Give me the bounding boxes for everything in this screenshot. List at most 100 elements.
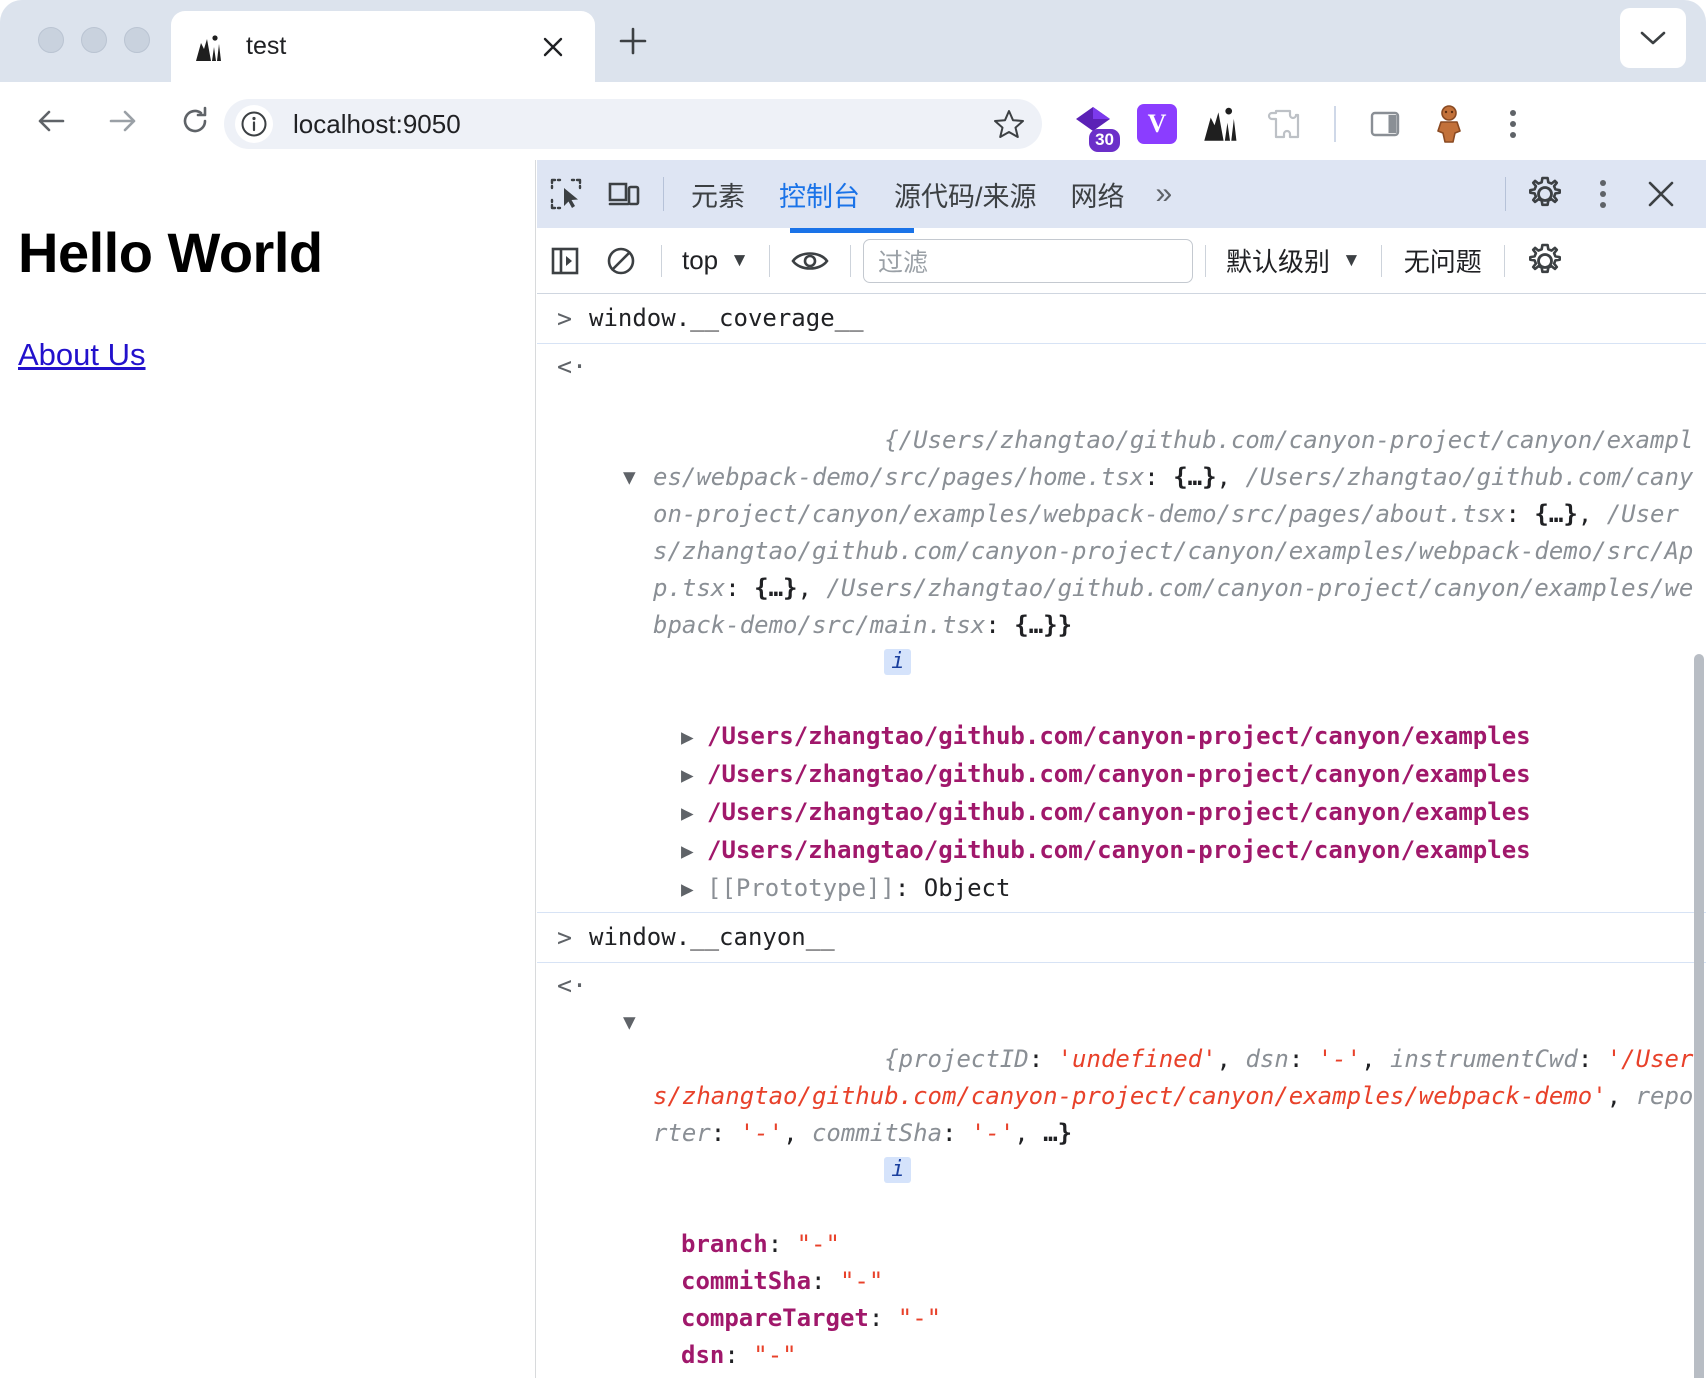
object-prototype-row[interactable]: ▶ [[Prototype]]: Object [615, 870, 1706, 908]
live-expression-eye-icon[interactable] [782, 233, 838, 289]
preview-token: {…} [754, 574, 798, 602]
property-colon: : [724, 1374, 753, 1378]
expand-triangle-icon[interactable]: ▼ [623, 459, 636, 496]
address-bar[interactable]: localhost:9050 [224, 99, 1042, 149]
log-level-selector[interactable]: 默认级别 ▼ [1218, 242, 1369, 279]
console-result-entry[interactable]: <· ▼ {/Users/zhangtao/github.com/canyon-… [537, 344, 1706, 913]
property-key: commitSha [681, 1267, 812, 1295]
console-command-entry[interactable]: > window.__canyon__ [537, 913, 1706, 963]
tab-sources[interactable]: 源代码/来源 [877, 160, 1054, 228]
extension-badge-count: 30 [1089, 129, 1120, 152]
tab-title: test [246, 32, 287, 60]
window-controls[interactable] [38, 27, 150, 53]
preview-token: dsn [1245, 1045, 1289, 1073]
purple-diamond-extension[interactable]: 30 [1068, 99, 1120, 152]
object-preview[interactable]: ▼ {/Users/zhangtao/github.com/canyon-pro… [615, 348, 1706, 718]
property-key: dsn [681, 1341, 725, 1369]
devtools-menu-icon[interactable] [1574, 165, 1632, 223]
expand-triangle-icon[interactable]: ▶ [681, 871, 707, 908]
browser-menu-icon[interactable] [1488, 99, 1538, 149]
property-colon: : [724, 1341, 754, 1369]
object-property-row[interactable]: ▶ /Users/zhangtao/github.com/canyon-proj… [615, 794, 1706, 832]
preview-token: , [783, 1119, 812, 1147]
object-property-row[interactable]: ▶ /Users/zhangtao/github.com/canyon-proj… [615, 718, 1706, 756]
object-property-row[interactable]: dsn: "-" [615, 1337, 1706, 1374]
console-command-entry[interactable]: > window.__coverage__ [537, 294, 1706, 344]
console-filter-input[interactable]: 过滤 [862, 238, 1193, 283]
preview-token: commitSha [811, 1119, 943, 1147]
page-viewport: Hello World About Us [0, 160, 536, 1378]
clear-console-icon[interactable] [593, 233, 649, 289]
property-colon: : [894, 874, 924, 902]
property-key: /Users/zhangtao/github.com/canyon-projec… [707, 722, 1531, 750]
new-tab-button[interactable] [612, 20, 654, 62]
log-level-label: 默认级别 [1225, 247, 1330, 277]
v-extension-label: V [1137, 104, 1177, 144]
maximize-window-button[interactable] [124, 27, 150, 53]
preview-token: projectID [898, 1045, 1029, 1073]
devtools-close-icon[interactable] [1632, 165, 1690, 223]
browser-tab-test[interactable]: test [171, 11, 595, 82]
forward-button[interactable] [96, 94, 150, 148]
expand-triangle-icon[interactable]: ▶ [681, 719, 707, 756]
command-prompt-icon: > [557, 304, 573, 333]
console-command-text: window.__coverage__ [589, 304, 864, 332]
execution-context-selector[interactable]: top ▼ [674, 245, 757, 276]
object-property-row[interactable]: ▶ /Users/zhangtao/github.com/canyon-proj… [615, 756, 1706, 794]
puzzle-extensions-icon[interactable] [1260, 99, 1310, 149]
object-property-row[interactable]: ▶ /Users/zhangtao/github.com/canyon-proj… [615, 832, 1706, 870]
toolbar-divider-2 [768, 244, 770, 277]
v-extension[interactable]: V [1132, 99, 1182, 149]
expand-triangle-icon[interactable]: ▼ [623, 1004, 636, 1041]
property-key: compareTarget [681, 1304, 869, 1332]
property-key: /Users/zhangtao/github.com/canyon-projec… [707, 836, 1531, 864]
info-badge[interactable]: i [884, 649, 912, 675]
preview-token: {…}} [1014, 611, 1073, 639]
tab-close-icon[interactable] [538, 32, 568, 62]
object-property-row[interactable]: commitSha: "-" [615, 1263, 1706, 1300]
object-preview[interactable]: ▼ {projectID: 'undefined', dsn: '-', ins… [615, 967, 1706, 1226]
expand-triangle-icon[interactable]: ▶ [681, 795, 707, 832]
object-property-row[interactable]: compareTarget: "-" [615, 1300, 1706, 1337]
back-button[interactable] [24, 94, 78, 148]
object-property-row[interactable]: branch: "-" [615, 1226, 1706, 1263]
bookmark-star-icon[interactable] [990, 105, 1028, 143]
console-scrollbar[interactable] [1694, 654, 1704, 1378]
devtools-tabbar: 元素 控制台 源代码/来源 网络 » [537, 160, 1706, 228]
info-circle-icon[interactable] [235, 105, 273, 143]
preview-token: , [1014, 1119, 1044, 1147]
expand-triangle-icon[interactable]: ▶ [681, 757, 707, 794]
gingerbread-profile-icon[interactable] [1424, 99, 1474, 149]
object-property-row[interactable]: env: "[\"MANPATH\",\"NODE\",\"INIT_CWD\"… [615, 1374, 1706, 1378]
tab-elements[interactable]: 元素 [674, 160, 762, 228]
console-output[interactable]: > window.__coverage__ <· ▼ {/Users/zhang… [537, 294, 1706, 1378]
mountain-chart-extension[interactable] [1196, 99, 1246, 149]
extensions-area: 30 V [1068, 99, 1538, 152]
issues-status[interactable]: 无问题 [1394, 242, 1492, 279]
gear-icon[interactable] [1516, 165, 1574, 223]
property-value: "[\"MANPATH\",\"NODE\",\"INIT_CWD\",\"TE… [753, 1374, 1504, 1378]
property-colon: : [767, 1230, 797, 1258]
toolbar-divider-5 [1380, 244, 1382, 277]
console-result-entry[interactable]: <· ▼ {projectID: 'undefined', dsn: '-', … [537, 963, 1706, 1378]
preview-token: …} [1043, 1119, 1073, 1147]
reload-button[interactable] [168, 94, 222, 148]
tab-console[interactable]: 控制台 [762, 160, 877, 228]
minimize-window-button[interactable] [81, 27, 107, 53]
expand-triangle-icon[interactable]: ▶ [681, 833, 707, 870]
info-badge[interactable]: i [884, 1157, 912, 1183]
about-us-link[interactable]: About Us [18, 337, 146, 373]
result-arrow-icon: <· [557, 971, 588, 1000]
more-tabs-icon[interactable]: » [1142, 160, 1187, 228]
property-value: "-" [897, 1304, 942, 1332]
address-bar-url: localhost:9050 [293, 108, 461, 139]
side-panel-icon[interactable] [1360, 99, 1410, 149]
inspect-element-icon[interactable] [537, 165, 595, 223]
console-settings-gear-icon[interactable] [1517, 233, 1573, 289]
console-messages: > window.__coverage__ <· ▼ {/Users/zhang… [537, 294, 1706, 1378]
close-window-button[interactable] [38, 27, 64, 53]
tab-network[interactable]: 网络 [1054, 160, 1142, 228]
console-sidebar-icon[interactable] [537, 233, 593, 289]
chevron-down-icon[interactable] [1620, 8, 1686, 68]
device-toolbar-icon[interactable] [595, 165, 653, 223]
